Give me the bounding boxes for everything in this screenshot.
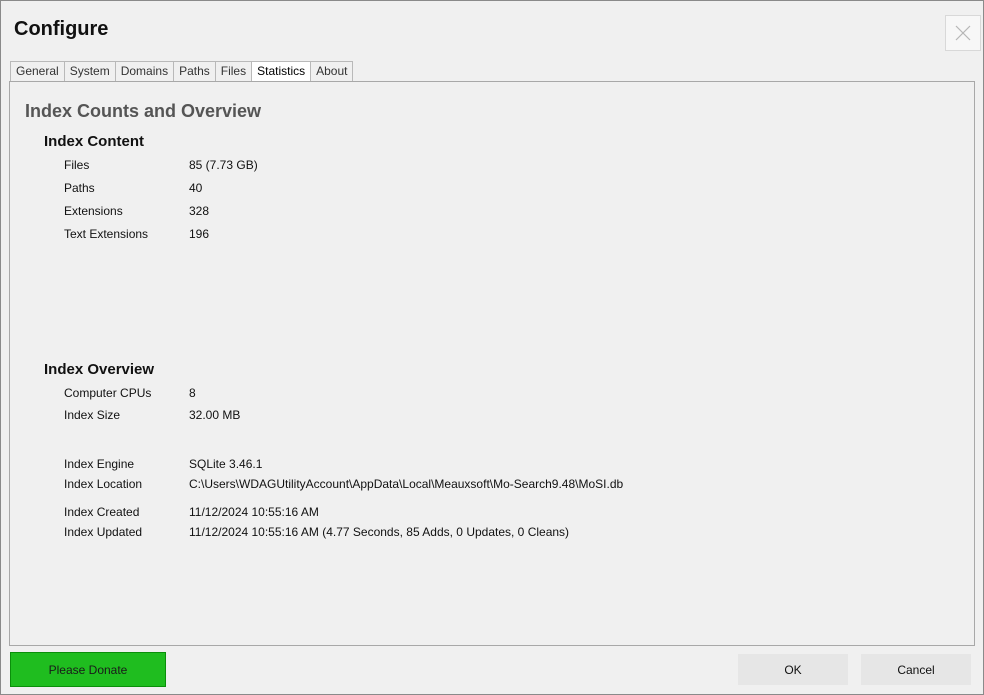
cancel-button[interactable]: Cancel [861,654,971,685]
tab-statistics[interactable]: Statistics [252,61,312,83]
stat-label-text-extensions: Text Extensions [64,227,149,241]
stat-value-extensions: 328 [189,204,210,218]
stat-label-index-engine: Index Engine [64,457,135,471]
ok-button[interactable]: OK [738,654,848,685]
stat-value-index-location: C:\Users\WDAGUtilityAccount\AppData\Loca… [189,477,624,491]
donate-button[interactable]: Please Donate [10,652,166,687]
close-button[interactable] [945,15,981,51]
tab-files[interactable]: Files [215,61,253,82]
tab-system[interactable]: System [64,61,116,82]
tab-general[interactable]: General [10,61,65,82]
stat-value-index-updated: 11/12/2024 10:55:16 AM (4.77 Seconds, 85… [189,525,570,539]
stat-label-files: Files [64,158,90,172]
panel-heading: Index Counts and Overview [25,101,262,121]
stat-value-paths: 40 [189,181,203,195]
index-content-title: Index Content [44,133,144,150]
configure-window: Configure General System Domains Paths F… [0,0,984,695]
stat-label-extensions: Extensions [64,204,123,218]
tab-about[interactable]: About [311,61,354,82]
stat-label-cpus: Computer CPUs [64,386,152,400]
stat-value-index-engine: SQLite 3.46.1 [189,457,263,471]
stat-label-index-updated: Index Updated [64,525,143,539]
stat-value-files: 85 (7.73 GB) [189,158,258,172]
stat-value-cpus: 8 [189,386,196,400]
stat-label-index-location: Index Location [64,477,143,491]
stat-label-index-created: Index Created [64,505,140,519]
stat-label-index-size: Index Size [64,408,121,422]
stat-label-paths: Paths [64,181,95,195]
tab-domains[interactable]: Domains [115,61,175,82]
window-title: Configure [14,18,109,40]
stat-value-index-created: 11/12/2024 10:55:16 AM [189,505,319,519]
tab-paths[interactable]: Paths [174,61,216,82]
close-icon [955,25,971,41]
index-overview-title: Index Overview [44,361,155,378]
stat-value-index-size: 32.00 MB [189,408,241,422]
stat-value-text-extensions: 196 [189,227,210,241]
tab-bar: General System Domains Paths Files Stati… [10,61,354,83]
statistics-panel: Index Counts and Overview Index Content … [9,81,975,646]
